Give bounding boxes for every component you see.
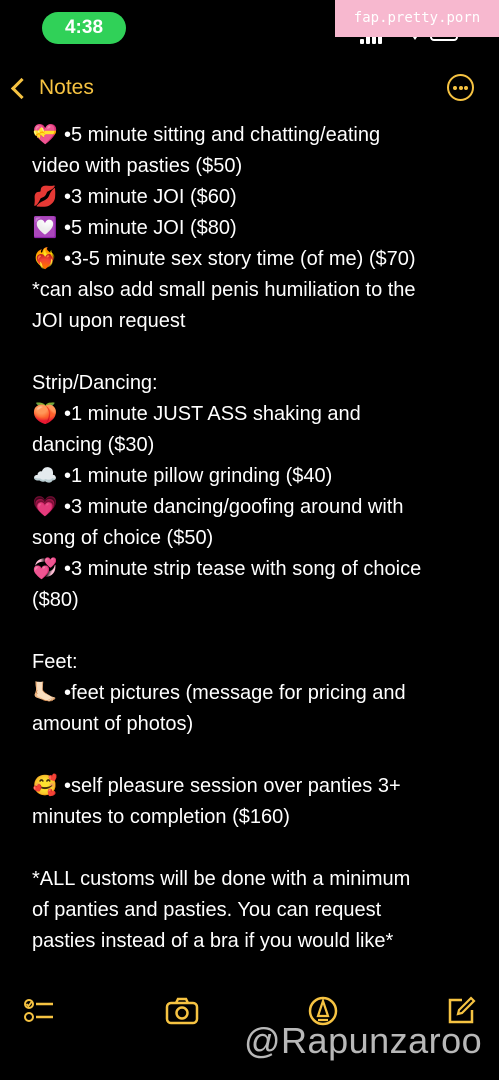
emoji-icon: 💝 bbox=[32, 124, 58, 146]
note-line-text: JOI upon request bbox=[32, 310, 186, 332]
chevron-left-icon bbox=[10, 77, 33, 99]
note-line-text: •feet pictures (message for pricing and bbox=[64, 682, 406, 704]
note-line-text: amount of photos) bbox=[32, 713, 194, 735]
note-line-text: dancing ($30) bbox=[32, 434, 155, 456]
checklist-icon[interactable] bbox=[22, 994, 56, 1028]
note-line: ($80) bbox=[32, 585, 477, 616]
emoji-icon: 🦶🏻 bbox=[32, 682, 58, 704]
note-line-text: •1 minute JUST ASS shaking and bbox=[64, 403, 361, 425]
note-line-text: •5 minute sitting and chatting/eating bbox=[64, 124, 381, 146]
note-line bbox=[32, 616, 477, 647]
note-line: amount of photos) bbox=[32, 709, 477, 740]
signal-bar bbox=[366, 36, 370, 44]
nav-bar: Notes bbox=[0, 66, 499, 110]
note-line: 💝 •5 minute sitting and chatting/eating bbox=[32, 120, 477, 151]
note-line: minutes to completion ($160) bbox=[32, 802, 477, 833]
note-line: 🥰 •self pleasure session over panties 3+ bbox=[32, 771, 477, 802]
signal-bar bbox=[360, 39, 364, 44]
emoji-icon: 💋 bbox=[32, 186, 58, 208]
camera-icon[interactable] bbox=[165, 994, 199, 1028]
handle-watermark: @Rapunzaroo bbox=[244, 1020, 483, 1061]
note-line: pasties instead of a bra if you would li… bbox=[32, 926, 477, 957]
note-line bbox=[32, 740, 477, 771]
more-icon[interactable] bbox=[447, 74, 474, 101]
emoji-icon: 💞 bbox=[32, 558, 58, 580]
note-body[interactable]: 💝 •5 minute sitting and chatting/eating vi… bbox=[32, 120, 477, 957]
note-line-text: minutes to completion ($160) bbox=[32, 806, 290, 828]
note-line-text: Feet: bbox=[32, 651, 78, 673]
note-line: JOI upon request bbox=[32, 306, 477, 337]
note-line: *can also add small penis humiliation to… bbox=[32, 275, 477, 306]
note-line: 💋 •3 minute JOI ($60) bbox=[32, 182, 477, 213]
emoji-icon: 🍑 bbox=[32, 403, 58, 425]
note-line bbox=[32, 833, 477, 864]
note-line: video with pasties ($50) bbox=[32, 151, 477, 182]
note-line: Feet: bbox=[32, 647, 477, 678]
back-label: Notes bbox=[39, 76, 94, 99]
note-line: 💞 •3 minute strip tease with song of choi… bbox=[32, 554, 477, 585]
note-line-text: Strip/Dancing: bbox=[32, 372, 158, 394]
emoji-icon: 🥰 bbox=[32, 775, 58, 797]
emoji-icon: 💗 bbox=[32, 496, 58, 518]
note-line-text: ($80) bbox=[32, 589, 79, 611]
note-line: 💟 •5 minute JOI ($80) bbox=[32, 213, 477, 244]
note-line: 🍑 •1 minute JUST ASS shaking and bbox=[32, 399, 477, 430]
note-line: *ALL customs will be done with a minimum bbox=[32, 864, 477, 895]
note-line: 💗 •3 minute dancing/goofing around with bbox=[32, 492, 477, 523]
note-line-text: •5 minute JOI ($80) bbox=[64, 217, 237, 239]
note-line: dancing ($30) bbox=[32, 430, 477, 461]
note-line: 🦶🏻 •feet pictures (message for pricing an… bbox=[32, 678, 477, 709]
note-line-text: •3 minute dancing/goofing around with bbox=[64, 496, 404, 518]
note-line-text: •3 minute JOI ($60) bbox=[64, 186, 237, 208]
note-line-text: video with pasties ($50) bbox=[32, 155, 243, 177]
note-line: Strip/Dancing: bbox=[32, 368, 477, 399]
emoji-icon: 💟 bbox=[32, 217, 58, 239]
note-line-text: *ALL customs will be done with a minimum bbox=[32, 868, 411, 890]
note-line-text: •1 minute pillow grinding ($40) bbox=[64, 465, 333, 487]
note-line bbox=[32, 337, 477, 368]
note-line-text: of panties and pasties. You can request bbox=[32, 899, 382, 921]
note-line-text: *can also add small penis humiliation to… bbox=[32, 279, 416, 301]
note-line: song of choice ($50) bbox=[32, 523, 477, 554]
note-line-text: •3-5 minute sex story time (of me) ($70) bbox=[64, 248, 416, 270]
note-line: of panties and pasties. You can request bbox=[32, 895, 477, 926]
status-time[interactable]: 4:38 bbox=[42, 12, 126, 44]
note-line-text: •3 minute strip tease with song of choic… bbox=[64, 558, 422, 580]
note-line: ☁️ •1 minute pillow grinding ($40) bbox=[32, 461, 477, 492]
emoji-icon: ❤️‍🔥 bbox=[32, 248, 58, 270]
note-line: ❤️‍🔥 •3-5 minute sex story time (of me) (… bbox=[32, 244, 477, 275]
emoji-icon: ☁️ bbox=[32, 465, 58, 487]
site-watermark: fap.pretty.porn bbox=[335, 0, 499, 37]
note-line-text: song of choice ($50) bbox=[32, 527, 214, 549]
note-line-text: •self pleasure session over panties 3+ bbox=[64, 775, 401, 797]
note-line-text: pasties instead of a bra if you would li… bbox=[32, 930, 394, 952]
back-button[interactable]: Notes bbox=[8, 70, 94, 106]
